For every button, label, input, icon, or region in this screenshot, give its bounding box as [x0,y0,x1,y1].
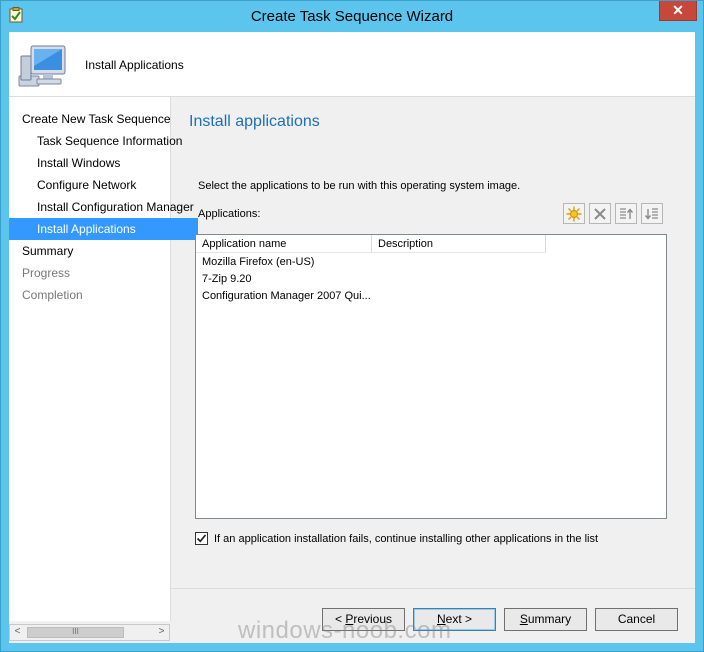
instruction-text: Select the applications to be run with t… [198,180,521,192]
computer-monitor-icon [17,42,69,90]
new-application-button[interactable] [563,203,585,224]
scroll-left-button[interactable]: < [10,625,25,640]
nav-item-configure-network[interactable]: Configure Network [9,174,198,196]
header-title: Install Applications [85,58,184,72]
nav-item-install-applications[interactable]: Install Applications [9,218,198,240]
summary-button[interactable]: Summary [504,608,587,631]
column-header-application-name[interactable]: Application name [196,235,372,253]
move-up-button[interactable] [615,203,637,224]
applications-label: Applications: [198,208,261,220]
list-item[interactable]: Configuration Manager 2007 Qui... [202,288,371,305]
close-button[interactable]: ✕ [659,1,697,21]
scroll-right-button[interactable]: > [154,625,169,640]
delete-application-button[interactable] [589,203,611,224]
wizard-window: Create Task Sequence Wizard ✕ Install Ap… [0,0,704,652]
nav-horizontal-scrollbar[interactable]: < III > [9,624,170,641]
nav-item-completion: Completion [22,288,83,302]
wizard-header: Install Applications [9,32,695,97]
continue-on-fail-label[interactable]: If an application installation fails, co… [214,532,598,546]
applications-list[interactable]: Application name Description Mozilla Fir… [195,234,667,519]
column-header-description[interactable]: Description [372,235,546,253]
continue-on-fail-checkbox[interactable] [195,532,208,545]
nav-item-task-sequence-information[interactable]: Task Sequence Information [9,130,198,152]
wizard-client: Install Applications Create New Task Seq… [9,32,695,643]
move-down-button[interactable] [641,203,663,224]
footer-separator [170,588,695,589]
nav-item-install-windows[interactable]: Install Windows [9,152,198,174]
list-item[interactable]: Mozilla Firefox (en-US) [202,254,314,271]
nav-item-install-configuration-manager[interactable]: Install Configuration Manager [9,196,198,218]
summary-button-label: ummary [527,612,572,626]
scroll-thumb[interactable]: III [27,627,124,638]
title-bar[interactable]: Create Task Sequence Wizard ✕ [1,1,703,33]
watermark-text: windows-noob.com [238,617,452,644]
list-item[interactable]: 7-Zip 9.20 [202,271,252,288]
nav-item-progress: Progress [22,266,71,280]
page-title: Install applications [189,113,320,130]
wizard-nav: Create New Task Sequence Task Sequence I… [9,97,198,621]
window-title: Create Task Sequence Wizard [250,8,454,25]
nav-item-summary[interactable]: Summary [9,240,183,262]
cancel-button[interactable]: Cancel [595,608,678,631]
nav-item-create-new-task-sequence[interactable]: Create New Task Sequence [9,108,183,130]
